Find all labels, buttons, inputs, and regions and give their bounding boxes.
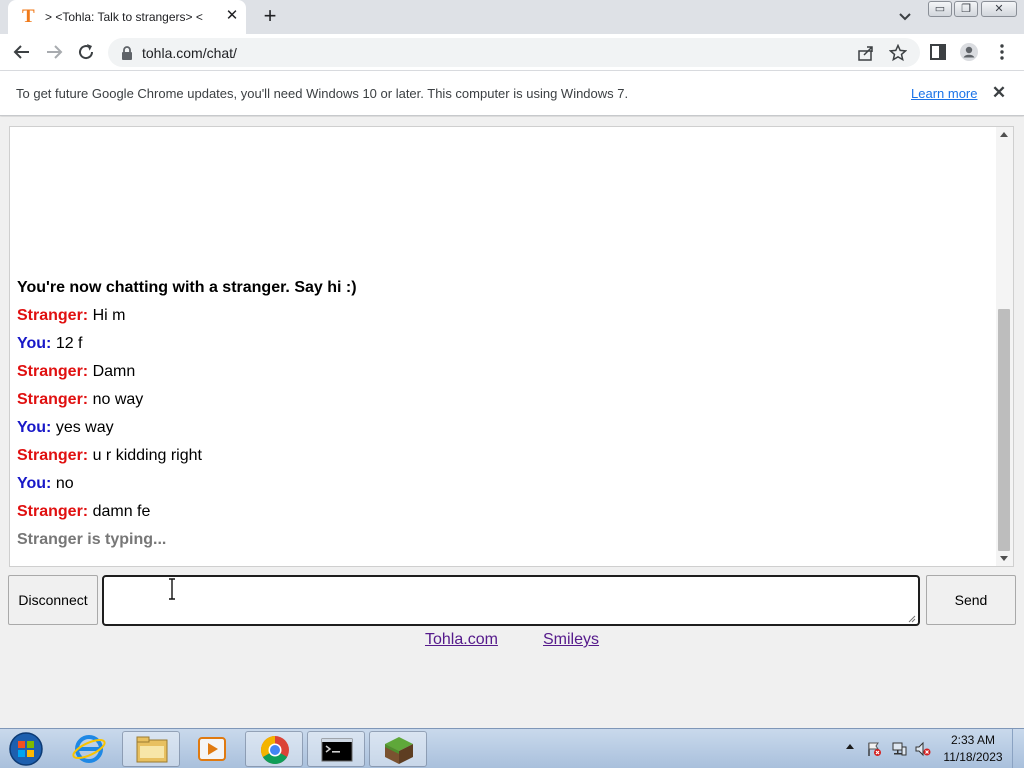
forward-arrow-icon[interactable] bbox=[44, 42, 64, 62]
tab-search-chevron-icon[interactable] bbox=[896, 8, 914, 26]
clock-date[interactable]: 11/18/2023 bbox=[940, 750, 1006, 764]
you-label: You: bbox=[17, 335, 52, 352]
chrome-icon bbox=[261, 736, 289, 764]
show-hidden-icons-arrow-icon[interactable] bbox=[846, 744, 854, 749]
message-text: no bbox=[55, 475, 74, 492]
tohla-home-link[interactable]: Tohla.com bbox=[425, 631, 498, 649]
stranger-label: Stranger: bbox=[17, 447, 89, 464]
reload-icon[interactable] bbox=[76, 42, 96, 62]
message-text: Hi m bbox=[92, 307, 126, 324]
tohla-favicon-icon: T bbox=[22, 6, 35, 27]
tab-title: > <Tohla: Talk to strangers> < bbox=[45, 10, 203, 24]
taskbar-internet-explorer[interactable] bbox=[60, 731, 118, 767]
command-prompt-icon bbox=[321, 738, 353, 762]
windows-start-orb-icon[interactable] bbox=[6, 731, 46, 767]
chat-message: Stranger: Hi m bbox=[17, 302, 987, 330]
scroll-up-arrow-icon[interactable] bbox=[1000, 132, 1008, 137]
message-input[interactable] bbox=[102, 575, 920, 626]
message-text: Damn bbox=[92, 363, 136, 380]
chat-status-message: You're now chatting with a stranger. Say… bbox=[17, 279, 357, 296]
taskbar-command-prompt[interactable] bbox=[307, 731, 365, 767]
taskbar-windows-explorer[interactable] bbox=[122, 731, 180, 767]
share-icon[interactable] bbox=[857, 44, 875, 62]
browser-tab[interactable]: T > <Tohla: Talk to strangers> < ✕ bbox=[8, 0, 246, 34]
smileys-link[interactable]: Smileys bbox=[543, 631, 599, 649]
show-desktop-button[interactable] bbox=[1012, 729, 1024, 768]
chat-message: Stranger: damn fe bbox=[17, 498, 987, 526]
back-arrow-icon[interactable] bbox=[12, 42, 32, 62]
send-button[interactable]: Send bbox=[926, 575, 1016, 625]
lock-icon[interactable] bbox=[120, 45, 134, 61]
menu-kebab-icon[interactable] bbox=[992, 42, 1012, 62]
tab-close-icon[interactable]: ✕ bbox=[224, 8, 240, 24]
network-icon[interactable] bbox=[891, 741, 907, 757]
volume-muted-icon[interactable] bbox=[915, 741, 931, 757]
message-text: u r kidding right bbox=[92, 447, 202, 464]
chat-message: You: no bbox=[17, 470, 987, 498]
message-text: damn fe bbox=[92, 503, 151, 520]
internet-explorer-icon bbox=[72, 735, 106, 763]
you-label: You: bbox=[17, 419, 52, 436]
url-text[interactable]: tohla.com/chat/ bbox=[142, 45, 237, 61]
window-restore-button[interactable]: ❐ bbox=[954, 1, 978, 17]
taskbar-chrome[interactable] bbox=[245, 731, 303, 767]
action-center-flag-warning-icon[interactable] bbox=[866, 741, 882, 757]
window-close-button[interactable]: ✕ bbox=[981, 1, 1017, 17]
chat-message: You: yes way bbox=[17, 414, 987, 442]
taskbar-media-player[interactable] bbox=[183, 731, 241, 767]
learn-more-link[interactable]: Learn more bbox=[911, 86, 977, 101]
stranger-label: Stranger: bbox=[17, 363, 89, 380]
infobar-message: To get future Google Chrome updates, you… bbox=[16, 86, 629, 101]
folder-icon bbox=[136, 736, 168, 763]
message-text: yes way bbox=[55, 419, 114, 436]
clock-time[interactable]: 2:33 AM bbox=[944, 733, 1002, 747]
infobar-close-icon[interactable]: ✕ bbox=[990, 84, 1008, 102]
chat-message: Stranger: no way bbox=[17, 386, 987, 414]
side-panel-icon[interactable] bbox=[928, 42, 948, 62]
address-bar[interactable]: tohla.com/chat/ bbox=[108, 38, 920, 67]
profile-avatar-icon[interactable] bbox=[959, 42, 979, 62]
stranger-label: Stranger: bbox=[17, 503, 89, 520]
chrome-update-infobar: To get future Google Chrome updates, you… bbox=[0, 71, 1024, 116]
scrollbar-thumb[interactable] bbox=[998, 309, 1010, 551]
message-list: You're now chatting with a stranger. Say… bbox=[17, 274, 987, 554]
new-tab-button[interactable]: + bbox=[259, 5, 281, 27]
text-cursor-icon bbox=[169, 578, 175, 600]
message-text: no way bbox=[92, 391, 144, 408]
message-text: 12 f bbox=[55, 335, 83, 352]
chat-page: You're now chatting with a stranger. Say… bbox=[0, 117, 1024, 728]
you-label: You: bbox=[17, 475, 52, 492]
stranger-label: Stranger: bbox=[17, 307, 89, 324]
bookmark-star-icon[interactable] bbox=[889, 44, 907, 62]
textarea-resize-grip-icon[interactable] bbox=[906, 613, 916, 623]
windows-taskbar: 2:33 AM 11/18/2023 bbox=[0, 728, 1024, 768]
browser-tab-strip: T > <Tohla: Talk to strangers> < ✕ + ▭ ❐… bbox=[0, 0, 1024, 34]
chat-message: Stranger: Damn bbox=[17, 358, 987, 386]
scroll-down-arrow-icon[interactable] bbox=[1000, 556, 1008, 561]
chat-log[interactable]: You're now chatting with a stranger. Say… bbox=[9, 126, 1014, 567]
window-minimize-button[interactable]: ▭ bbox=[928, 1, 952, 17]
stranger-label: Stranger: bbox=[17, 391, 89, 408]
browser-toolbar: tohla.com/chat/ bbox=[0, 34, 1024, 71]
minecraft-grass-block-icon bbox=[385, 737, 413, 764]
chat-message: Stranger: u r kidding right bbox=[17, 442, 987, 470]
media-player-icon bbox=[198, 737, 226, 761]
chat-log-scrollbar[interactable] bbox=[996, 127, 1013, 566]
taskbar-minecraft[interactable] bbox=[369, 731, 427, 767]
chat-message: You: 12 f bbox=[17, 330, 987, 358]
disconnect-button[interactable]: Disconnect bbox=[8, 575, 98, 625]
typing-indicator: Stranger is typing... bbox=[17, 531, 167, 548]
